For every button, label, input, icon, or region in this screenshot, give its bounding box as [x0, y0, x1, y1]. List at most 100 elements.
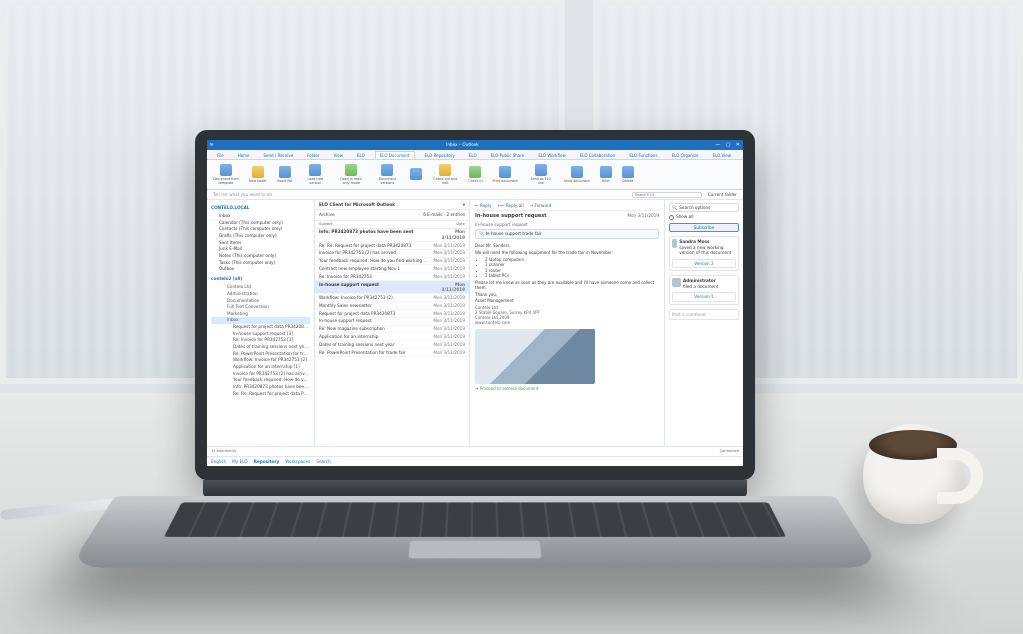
mail-row[interactable]: Re: PowerPoint Presentation for trade fa… [315, 349, 469, 357]
ribbon-command[interactable]: Print document [493, 166, 518, 183]
search-input[interactable] [632, 192, 702, 198]
elo-root[interactable]: contelo2 (all) [211, 276, 310, 281]
version-badge[interactable]: Version 1 [672, 292, 736, 301]
ribbon-command[interactable]: Load new version [302, 164, 328, 186]
ribbon-command[interactable]: Send as ELO link [528, 164, 554, 186]
nav-folder[interactable]: Outbox [211, 266, 310, 273]
attachment-chip[interactable]: 📎 In-house support trade fair [475, 229, 659, 238]
ribbon-command[interactable]: New folder [249, 166, 267, 183]
version-badge[interactable]: Version 2 [672, 259, 736, 268]
bottom-tab[interactable]: English [211, 459, 226, 464]
nav-folder[interactable]: Junk E-Mail [211, 246, 310, 253]
column-headers[interactable]: Subject Date [315, 221, 469, 229]
archive-link[interactable]: ➔ Proceed to archive document [475, 386, 659, 391]
ribbon-tab[interactable]: ELO Repository [421, 152, 459, 159]
nav-folder[interactable]: Inbox [211, 212, 310, 219]
tell-me[interactable]: Tell me what you want to do [213, 192, 272, 197]
subscribe-button[interactable]: Subscribe [669, 223, 739, 232]
ribbon-command[interactable]: Check out and edit [432, 164, 458, 186]
close-button[interactable]: ✕ [736, 142, 740, 148]
mail-row[interactable]: Info: PR3420873 photos have been sentMon… [315, 229, 469, 242]
mail-row[interactable]: Workflow: Invoice for PR342753 (2)Mon 3/… [315, 294, 469, 302]
ribbon-tab[interactable]: ELO Document [375, 151, 415, 159]
mail-row[interactable]: Invoice for PR342753 (2) has arrivedMon … [315, 250, 469, 258]
ribbon-tab[interactable]: View [330, 152, 348, 159]
ribbon-tab[interactable]: ELO Workflow [534, 152, 569, 159]
reply-button[interactable]: ↩ Reply [475, 203, 491, 208]
elo-folder[interactable]: Contelo Ltd. [211, 284, 310, 291]
bottom-tab[interactable]: My ELO [232, 459, 248, 464]
ribbon-command[interactable]: Document versions [374, 164, 400, 186]
side-search[interactable]: 🔍 Search options [669, 203, 739, 212]
bottom-tab[interactable]: Workspaces [285, 459, 310, 464]
elo-file[interactable]: Info: PR3420873 photos have been sent [2… [211, 383, 310, 390]
elo-file[interactable]: Re: Invoice for PR342753 [1] [211, 337, 310, 344]
ribbon-command[interactable]: Insert file [277, 166, 293, 183]
elo-file[interactable]: Dates of training sessions next year [1] [211, 343, 310, 350]
col-date[interactable]: Date [431, 222, 465, 227]
mail-row[interactable]: Re: Re: Request for project data PR34208… [315, 242, 469, 250]
mail-row[interactable]: Re: Invoice for PR342753Mon 3/11/2019 [315, 273, 469, 281]
reply-all-button[interactable]: ↩↩ Reply all [497, 203, 523, 208]
elo-folder[interactable]: Documentation [211, 297, 310, 304]
ribbon-tab[interactable]: Send / Receive [260, 152, 298, 159]
show-all-checkbox[interactable]: Show all [669, 214, 739, 219]
elo-folder[interactable]: Administration [211, 290, 310, 297]
ribbon-command[interactable]: Filter [600, 166, 612, 183]
ribbon-tab[interactable]: ELO Functions [625, 152, 661, 159]
ribbon-tab[interactable]: Home [234, 152, 254, 159]
nav-folder[interactable]: Notes (This computer only) [211, 252, 310, 259]
bottom-tab[interactable]: Search [316, 459, 330, 464]
comment-box[interactable]: Post a comment [669, 309, 739, 320]
ribbon-command[interactable] [410, 168, 422, 181]
mail-row[interactable]: Your feedback required: How do you find … [315, 258, 469, 266]
mail-row[interactable]: Dates of training sessions next yearMon … [315, 341, 469, 349]
ribbon-tab[interactable]: File [213, 152, 228, 159]
nav-folder[interactable]: Calendar (This computer only) [211, 219, 310, 226]
minimize-button[interactable]: — [715, 142, 720, 148]
ribbon-tab[interactable]: Folder [303, 152, 323, 159]
mail-row[interactable]: Request for project data PR3420873Mon 3/… [315, 310, 469, 318]
elo-file[interactable]: Request for project data PR3420873 [1] [211, 324, 310, 331]
elo-file[interactable]: Application for an internship [1] [211, 363, 310, 370]
mail-row[interactable]: In-house support requestMon 3/11/2019 [315, 318, 469, 326]
mailbox-root[interactable]: CONTELO.LOCAL [211, 205, 310, 210]
elo-file[interactable]: In-house support request [3] [211, 330, 310, 337]
elo-folder[interactable]: Inbox [211, 317, 310, 324]
elo-file[interactable]: Workflow: Invoice for PR342753 [2] [211, 357, 310, 364]
elo-folder[interactable]: Marketing [211, 310, 310, 317]
search-scope[interactable]: Current folder [708, 192, 737, 197]
mail-row[interactable]: Application for an internshipMon 3/11/20… [315, 333, 469, 341]
elo-file[interactable]: Re: Re: Request for project data PR34208… [211, 390, 310, 397]
elo-file[interactable]: Your feedback required: How do you find … [211, 377, 310, 384]
ribbon-command[interactable]: Check in [468, 166, 482, 183]
mail-row[interactable]: Contract new employee starting Nov 1Mon … [315, 265, 469, 273]
mail-row[interactable]: In-house support requestMon 3/11/2019 [315, 281, 469, 294]
ribbon-tab[interactable]: ELO Public Share [487, 152, 529, 159]
nav-folder[interactable]: Drafts (This computer only) [211, 232, 310, 239]
ribbon-tab[interactable]: ELO View [709, 152, 736, 159]
nav-folder[interactable]: Tasks (This computer only) [211, 259, 310, 266]
ribbon-command[interactable]: Document from template [213, 164, 239, 186]
ribbon-tab[interactable]: ELO Collaboration [576, 152, 620, 159]
maximize-button[interactable]: ▢ [726, 142, 731, 148]
elo-file[interactable]: Re: PowerPoint Presentation for trade fa… [211, 350, 310, 357]
para: Please let me know as soon as they are a… [475, 280, 659, 290]
nav-folder[interactable]: Contacts (This computer only) [211, 226, 310, 233]
avatar [672, 239, 677, 248]
ribbon-command[interactable]: Delete [622, 166, 634, 183]
arrow-down-icon[interactable]: ▾ [463, 202, 465, 207]
col-subject[interactable]: Subject [319, 222, 431, 227]
mail-row[interactable]: Re: New magazine subscriptionMon 3/11/20… [315, 326, 469, 334]
ribbon-command[interactable]: Open in read-only mode [338, 164, 364, 186]
forward-button[interactable]: → Forward [530, 203, 552, 208]
ribbon-command[interactable]: Send document [564, 166, 590, 183]
ribbon-tab[interactable]: ELO Organize [668, 152, 703, 159]
elo-folder[interactable]: Full Text Conversion [211, 304, 310, 311]
ribbon-tab[interactable]: ELO [465, 152, 481, 159]
elo-file[interactable]: Invoice for PR342753 (2) has arrived [1] [211, 370, 310, 377]
ribbon-tab[interactable]: ELO [353, 152, 369, 159]
mail-row[interactable]: Monthly Sales newsletterMon 3/11/2019 [315, 302, 469, 310]
bottom-tab[interactable]: Repository [254, 459, 280, 464]
nav-folder[interactable]: Sent Items [211, 239, 310, 246]
